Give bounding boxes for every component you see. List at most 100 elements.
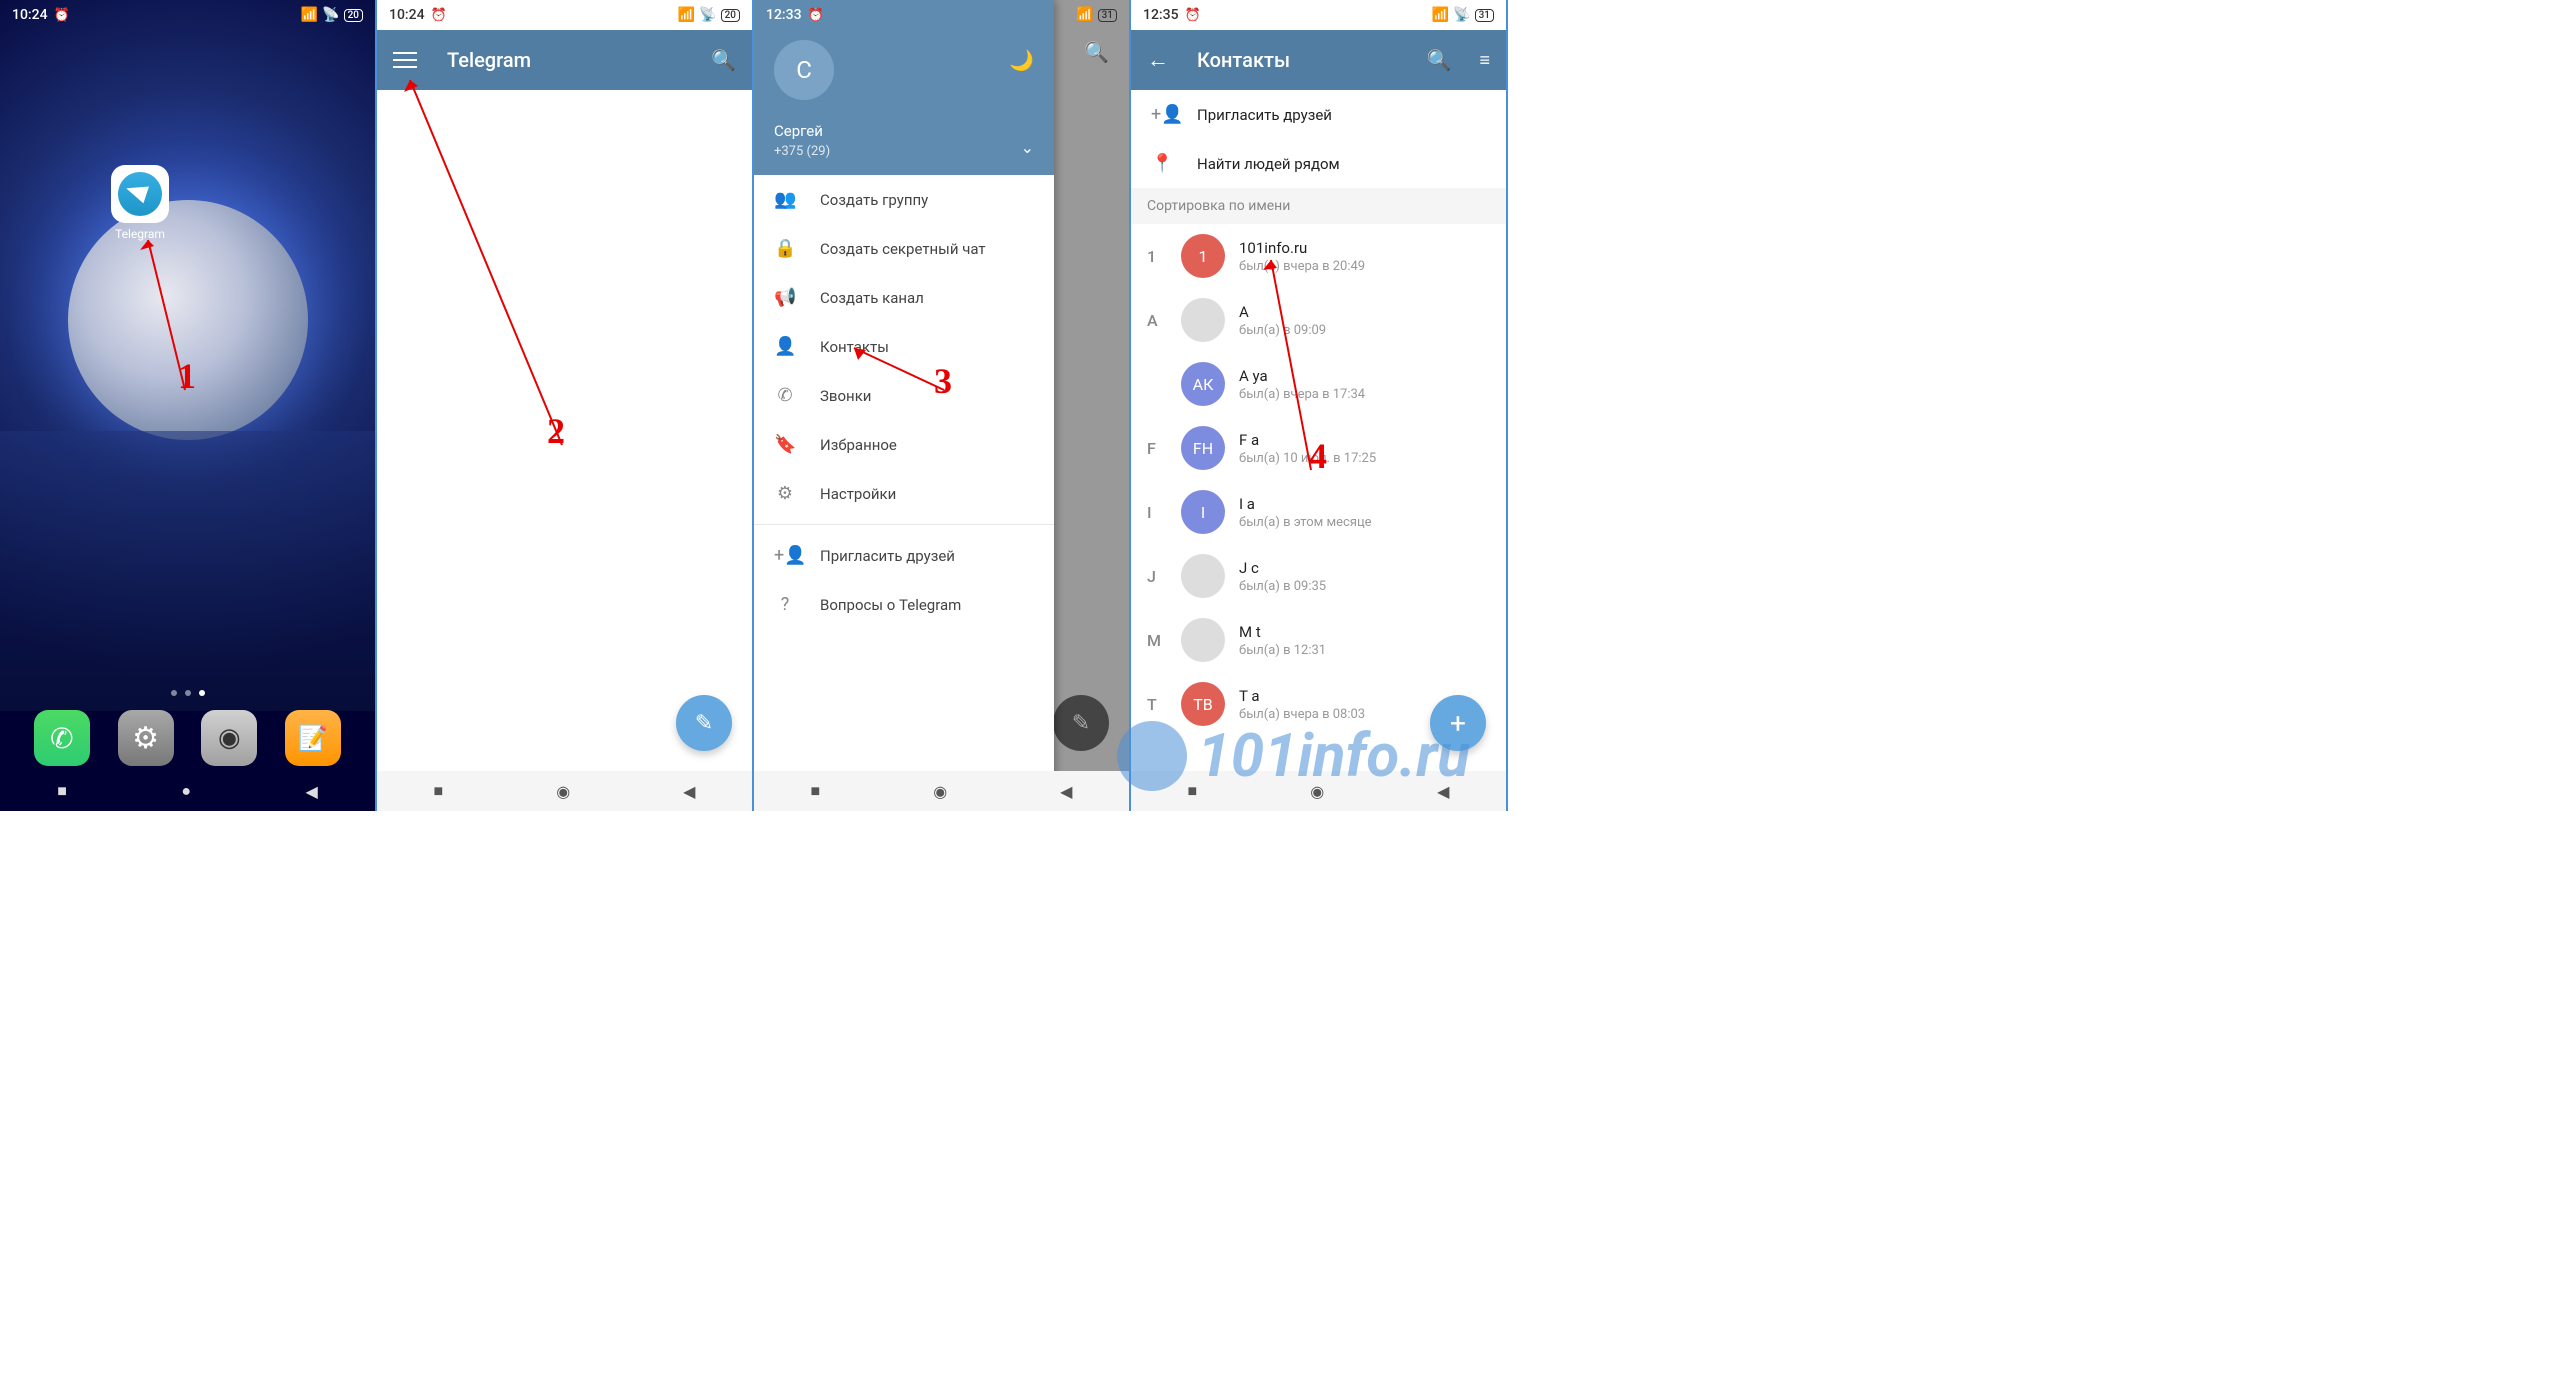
annotation-4: 4 (1309, 435, 1327, 477)
camera-app-icon[interactable]: ◉ (201, 710, 257, 766)
contact-avatar (1181, 298, 1225, 342)
nav-bar: ■ ● ◀ (0, 771, 375, 811)
section-letter: А (1147, 311, 1167, 330)
contact-avatar: АК (1181, 362, 1225, 406)
nav-back[interactable]: ◀ (683, 782, 695, 801)
contact-row[interactable]: M M t был(а) в 12:31 (1131, 608, 1506, 672)
user-phone: +375 (29) (774, 144, 1034, 159)
annotation-2: 2 (547, 410, 565, 452)
signal-icon: 📶 (301, 7, 318, 23)
section-letter: J (1147, 567, 1167, 586)
wallpaper-water (0, 431, 375, 711)
back-button[interactable]: ← (1147, 47, 1169, 73)
drawer-item-settings[interactable]: ⚙Настройки (754, 469, 1054, 518)
help-icon: ? (774, 594, 796, 615)
wifi-icon: 📡 (699, 7, 716, 23)
search-icon[interactable]: 🔍 (711, 48, 736, 72)
expand-accounts-icon[interactable]: ⌄ (1021, 138, 1034, 157)
watermark-icon (1117, 721, 1187, 791)
contact-row[interactable]: А А был(а) в 09:09 (1131, 288, 1506, 352)
notes-app-icon[interactable]: 📝 (285, 710, 341, 766)
nav-bar: ■ ◉ ◀ (377, 771, 752, 811)
contact-avatar (1181, 554, 1225, 598)
header-title: Telegram (447, 48, 711, 72)
battery-icon: 20 (344, 9, 363, 22)
drawer-item-saved[interactable]: 🔖Избранное (754, 420, 1054, 469)
contact-name: А (1239, 303, 1490, 321)
nav-home[interactable]: ◉ (556, 782, 570, 801)
nav-home[interactable]: ● (181, 781, 191, 801)
status-bar: 10:24 ⏰ 📶 📡 20 (0, 0, 375, 30)
signal-icon: 📶 (678, 7, 695, 23)
location-icon: 📍 (1151, 153, 1173, 174)
telegram-main-screen: 10:24 ⏰ 📶 📡 20 Telegram 🔍 ✎ ■ ◉ ◀ 2 (377, 0, 754, 811)
section-letter: T (1147, 695, 1167, 714)
contact-name: F a (1239, 431, 1490, 449)
drawer-item-contacts[interactable]: 👤Контакты (754, 322, 1054, 371)
contact-avatar (1181, 618, 1225, 662)
alarm-icon: ⏰ (808, 8, 824, 23)
search-icon[interactable]: 🔍 (1427, 48, 1452, 72)
drawer-item-create-group[interactable]: 👥Создать группу (754, 175, 1054, 224)
header-title: Контакты (1197, 48, 1399, 72)
contact-name: А ya (1239, 367, 1490, 385)
settings-app-icon[interactable]: ⚙ (118, 710, 174, 766)
signal-icon: 📶 (1432, 7, 1449, 23)
contact-status: был(а) в 12:31 (1239, 643, 1490, 658)
drawer-item-calls[interactable]: ✆Звонки (754, 371, 1054, 420)
status-bar-right: 📶 31 (1052, 0, 1129, 30)
invite-icon: +👤 (1151, 104, 1173, 125)
alarm-icon: ⏰ (1185, 8, 1201, 23)
telegram-header: Telegram 🔍 (377, 30, 752, 90)
find-nearby-row[interactable]: 📍 Найти людей рядом (1131, 139, 1506, 188)
user-name: Сергей (774, 122, 1034, 140)
contact-row[interactable]: 1 1 101info.ru был(а) вчера в 20:49 (1131, 224, 1506, 288)
contact-row[interactable]: АК А ya был(а) вчера в 17:34 (1131, 352, 1506, 416)
contact-status: был(а) в этом месяце (1239, 515, 1490, 530)
drawer-item-secret-chat[interactable]: 🔒Создать секретный чат (754, 224, 1054, 273)
drawer-item-invite[interactable]: +👤Пригласить друзей (754, 531, 1054, 580)
telegram-drawer-screen: 🔍 ✎ 12:33 ⏰ С 🌙 Сергей +375 (29) ⌄ 👥Созд… (754, 0, 1131, 811)
nav-back[interactable]: ◀ (1060, 782, 1072, 801)
lock-icon: 🔒 (774, 238, 796, 259)
contact-status: был(а) вчера в 20:49 (1239, 259, 1490, 274)
telegram-app-icon[interactable] (111, 165, 169, 223)
contact-row[interactable]: I I I a был(а) в этом месяце (1131, 480, 1506, 544)
contact-status: был(а) в 09:09 (1239, 323, 1490, 338)
section-letter: I (1147, 503, 1167, 522)
telegram-app-label: Telegram (100, 227, 180, 241)
user-avatar[interactable]: С (774, 40, 834, 100)
person-icon: 👤 (774, 336, 796, 357)
status-time: 12:33 (766, 7, 802, 23)
search-icon: 🔍 (1084, 40, 1109, 64)
phone-app-icon[interactable]: ✆ (34, 710, 90, 766)
contacts-screen: 12:35 ⏰ 📶 📡 31 ← Контакты 🔍 ≡ +👤 Приглас… (1131, 0, 1508, 811)
sort-icon[interactable]: ≡ (1479, 50, 1490, 71)
compose-fab[interactable]: ✎ (676, 695, 732, 751)
annotation-3: 3 (934, 360, 952, 402)
nav-bar: ■ ◉ ◀ (754, 771, 1129, 811)
contact-status: был(а) 10 июл. в 17:25 (1239, 451, 1490, 466)
nav-recent[interactable]: ■ (434, 781, 444, 801)
group-icon: 👥 (774, 189, 796, 210)
invite-friends-row[interactable]: +👤 Пригласить друзей (1131, 90, 1506, 139)
nav-back[interactable]: ◀ (305, 782, 317, 801)
home-screen: 10:24 ⏰ 📶 📡 20 Telegram ✆ ⚙ ◉ 📝 ■ ● ◀ 1 (0, 0, 377, 811)
phone-icon: ✆ (774, 385, 796, 406)
nav-recent[interactable]: ■ (57, 781, 67, 801)
nav-recent[interactable]: ■ (811, 781, 821, 801)
contact-name: I a (1239, 495, 1490, 513)
status-time: 10:24 (12, 7, 48, 23)
contact-status: был(а) вчера в 17:34 (1239, 387, 1490, 402)
menu-button[interactable] (393, 52, 417, 68)
nav-home[interactable]: ◉ (933, 782, 947, 801)
night-mode-icon[interactable]: 🌙 (1009, 48, 1034, 72)
annotation-1: 1 (178, 355, 196, 397)
contact-row[interactable]: J J c был(а) в 09:35 (1131, 544, 1506, 608)
drawer-item-faq[interactable]: ?Вопросы о Telegram (754, 580, 1054, 629)
contact-avatar: FH (1181, 426, 1225, 470)
watermark: 101info.ru (1117, 720, 1470, 791)
battery-icon: 31 (1098, 9, 1117, 22)
drawer-item-create-channel[interactable]: 📢Создать канал (754, 273, 1054, 322)
wifi-icon: 📡 (322, 7, 339, 23)
